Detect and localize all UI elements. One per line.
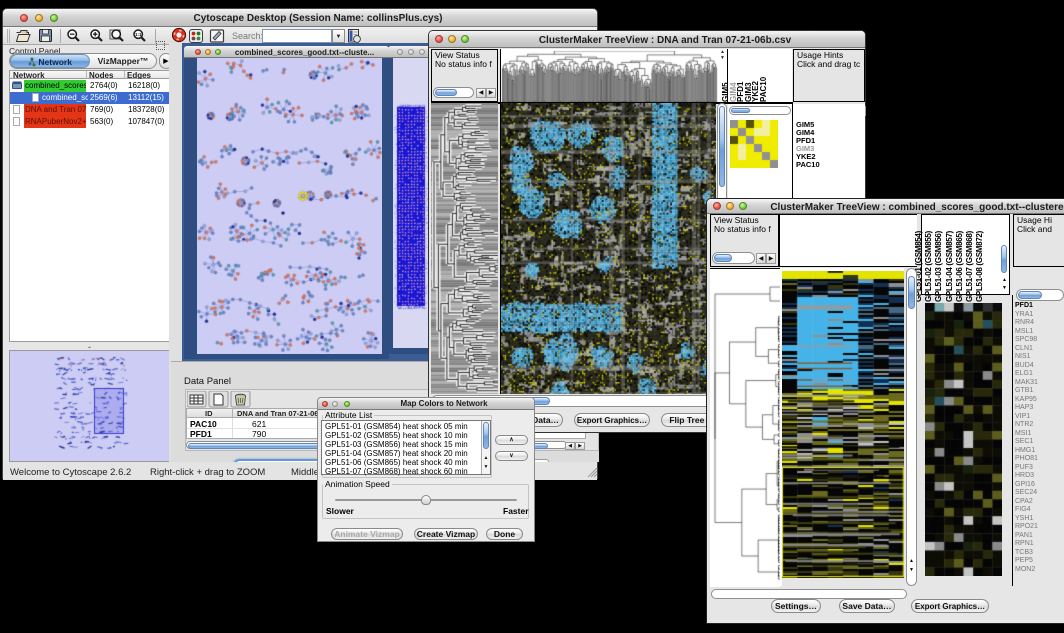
svg-text:1:1: 1:1 (135, 32, 142, 37)
